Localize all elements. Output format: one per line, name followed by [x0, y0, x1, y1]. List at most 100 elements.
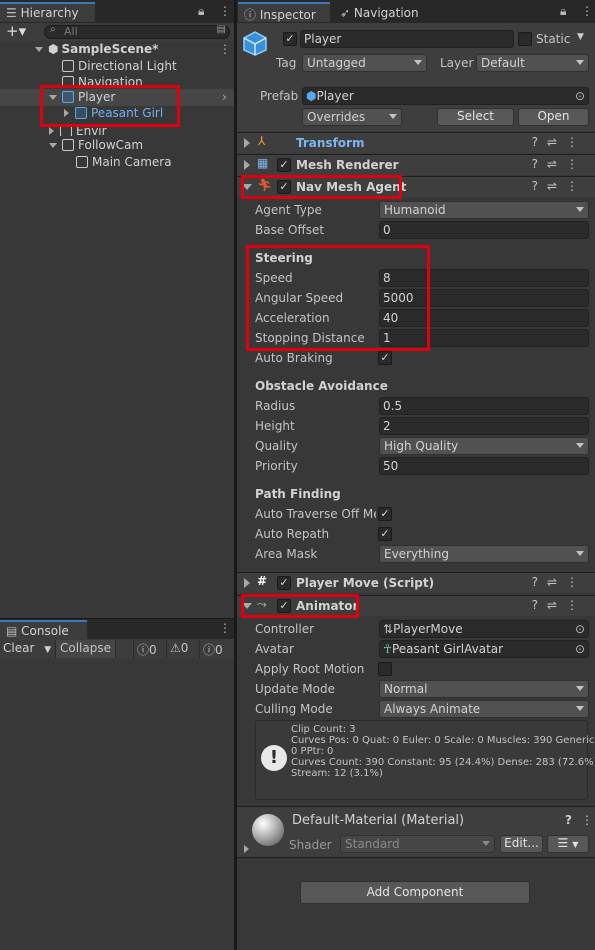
- prefab-large-icon: [242, 30, 268, 56]
- hierarchy-selected-row[interactable]: [0, 89, 234, 106]
- transform-header[interactable]: ⅄ Transform ?⇌⋮: [237, 132, 595, 153]
- component-header-icons[interactable]: ?⇌⋮: [532, 598, 587, 612]
- foldout-icon[interactable]: [35, 47, 43, 52]
- warning-count-button[interactable]: ⚠︎0: [166, 640, 191, 658]
- mesh-renderer-enabled-checkbox[interactable]: ✓: [277, 158, 291, 172]
- help-icon[interactable]: ?: [565, 813, 572, 827]
- foldout-icon[interactable]: [244, 578, 250, 588]
- hierarchy-search-input[interactable]: ⌕ All ▤: [44, 24, 230, 39]
- chevron-down-icon: ▼: [572, 840, 579, 849]
- quality-dropdown[interactable]: High Quality: [379, 437, 589, 455]
- base-offset-field[interactable]: 0: [379, 221, 589, 239]
- component-header-icons[interactable]: ?⇌⋮: [532, 575, 587, 589]
- stopping-distance-field[interactable]: 1: [379, 329, 589, 347]
- object-picker-icon[interactable]: ⊙: [575, 642, 585, 656]
- active-checkbox[interactable]: ✓: [283, 32, 297, 46]
- foldout-icon[interactable]: [244, 845, 249, 853]
- foldout-icon[interactable]: [244, 160, 250, 170]
- tree-item-player[interactable]: Player: [49, 90, 115, 104]
- console-more-icon[interactable]: ⋮: [219, 621, 231, 635]
- add-component-button[interactable]: Add Component: [300, 881, 530, 904]
- mesh-renderer-header[interactable]: ▦ ✓ Mesh Renderer ?⇌⋮: [237, 154, 595, 175]
- layer-dropdown[interactable]: Default: [476, 54, 589, 72]
- more-menu-icon[interactable]: ⋮: [219, 4, 231, 18]
- foldout-icon[interactable]: [49, 143, 57, 148]
- chevron-down-icon[interactable]: ▼: [44, 645, 51, 655]
- acceleration-field[interactable]: 40: [379, 309, 589, 327]
- nav-mesh-agent-header[interactable]: 🏃︎ ✓ Nav Mesh Agent ?⇌⋮: [237, 176, 595, 197]
- log-count-button[interactable]: ⓘ0: [133, 640, 160, 658]
- shader-options-button[interactable]: ☰ ▼: [547, 835, 589, 853]
- select-button[interactable]: Select: [437, 108, 514, 126]
- overrides-dropdown[interactable]: Overrides: [302, 108, 402, 126]
- search-filter-icon[interactable]: ▤: [217, 24, 226, 35]
- object-picker-icon[interactable]: ⊙: [575, 622, 585, 636]
- gameobject-icon: [60, 125, 72, 136]
- update-mode-dropdown[interactable]: Normal: [379, 680, 589, 698]
- edit-shader-button[interactable]: Edit...: [500, 835, 543, 853]
- auto-traverse-checkbox[interactable]: ✓: [378, 507, 392, 521]
- foldout-icon[interactable]: [242, 603, 252, 609]
- nav-mesh-agent-enabled-checkbox[interactable]: ✓: [277, 180, 291, 194]
- foldout-icon[interactable]: [64, 109, 69, 117]
- controller-field[interactable]: ⇅PlayerMove ⊙: [379, 620, 589, 638]
- radius-field[interactable]: 0.5: [379, 397, 589, 415]
- static-checkbox[interactable]: [518, 32, 532, 46]
- tag-dropdown[interactable]: Untagged: [302, 54, 427, 72]
- area-mask-dropdown[interactable]: Everything: [379, 545, 589, 563]
- tree-item-scene[interactable]: ⬢ SampleScene*: [35, 42, 158, 56]
- error-count-button[interactable]: ⓘ0: [199, 640, 226, 658]
- collapse-button[interactable]: Collapse: [55, 640, 116, 658]
- agent-type-dropdown[interactable]: Humanoid: [379, 201, 589, 219]
- culling-mode-dropdown[interactable]: Always Animate: [379, 700, 589, 718]
- tab-console[interactable]: ▤ Console: [0, 620, 87, 639]
- open-button[interactable]: Open: [518, 108, 589, 126]
- list-icon: ☰: [557, 836, 569, 850]
- console-icon: ▤: [6, 624, 18, 638]
- tab-navigation[interactable]: ➶ Navigation: [334, 2, 444, 22]
- tag-label: Tag: [276, 56, 297, 70]
- foldout-icon[interactable]: [242, 184, 252, 190]
- component-header-icons[interactable]: ?⇌⋮: [532, 157, 587, 171]
- object-picker-icon[interactable]: ⊙: [575, 89, 585, 103]
- tree-item-navigation[interactable]: Navigation: [62, 75, 143, 88]
- object-name-field[interactable]: Player: [300, 30, 514, 48]
- animator-enabled-checkbox[interactable]: ✓: [277, 599, 291, 613]
- auto-braking-label: Auto Braking: [255, 351, 333, 365]
- shader-dropdown[interactable]: Standard: [340, 835, 495, 853]
- tree-item-main-camera[interactable]: Main Camera: [76, 155, 172, 169]
- lock-icon[interactable]: 🔒︎: [198, 4, 204, 19]
- avatar-field[interactable]: ☥Peasant GirlAvatar ⊙: [379, 640, 589, 658]
- tree-item-directional-light[interactable]: Directional Light: [62, 59, 177, 73]
- more-menu-icon[interactable]: ⋮: [581, 813, 593, 827]
- angular-speed-field[interactable]: 5000: [379, 289, 589, 307]
- animator-header[interactable]: ⤳ ✓ Animator ?⇌⋮: [237, 595, 595, 616]
- static-label: Static: [536, 32, 571, 46]
- tree-item-peasant-girl[interactable]: Peasant Girl: [64, 106, 163, 120]
- prefab-field[interactable]: ⬢Player ⊙: [302, 87, 589, 105]
- player-move-header[interactable]: # ✓ Player Move (Script) ?⇌⋮: [237, 572, 595, 593]
- scene-more-icon[interactable]: ⋮: [219, 42, 231, 56]
- foldout-icon[interactable]: [244, 138, 250, 148]
- tab-inspector[interactable]: ⓘ Inspector: [238, 2, 330, 22]
- auto-braking-checkbox[interactable]: ✓: [378, 351, 392, 365]
- component-header-icons[interactable]: ?⇌⋮: [532, 135, 587, 149]
- tree-item-followcam[interactable]: FollowCam: [49, 138, 143, 152]
- chevron-right-icon[interactable]: ›: [222, 90, 227, 104]
- tab-hierarchy[interactable]: ☰ Hierarchy: [0, 2, 95, 22]
- component-header-icons[interactable]: ?⇌⋮: [532, 179, 587, 193]
- inspector-lock-icon[interactable]: 🔒︎: [560, 4, 566, 19]
- foldout-icon[interactable]: [49, 95, 57, 100]
- static-dropdown-icon[interactable]: ▼: [577, 32, 584, 42]
- speed-field[interactable]: 8: [379, 269, 589, 287]
- foldout-icon[interactable]: [49, 127, 54, 135]
- auto-repath-checkbox[interactable]: ✓: [378, 527, 392, 541]
- apply-root-motion-checkbox[interactable]: [378, 662, 392, 676]
- clear-button[interactable]: Clear ▼: [3, 641, 51, 655]
- inspector-more-icon[interactable]: ⋮: [581, 4, 593, 18]
- height-field[interactable]: 2: [379, 417, 589, 435]
- priority-field[interactable]: 50: [379, 457, 589, 475]
- add-icon[interactable]: +▾: [6, 22, 26, 40]
- tree-item-envir[interactable]: Envir: [49, 124, 107, 136]
- player-move-enabled-checkbox[interactable]: ✓: [277, 576, 291, 590]
